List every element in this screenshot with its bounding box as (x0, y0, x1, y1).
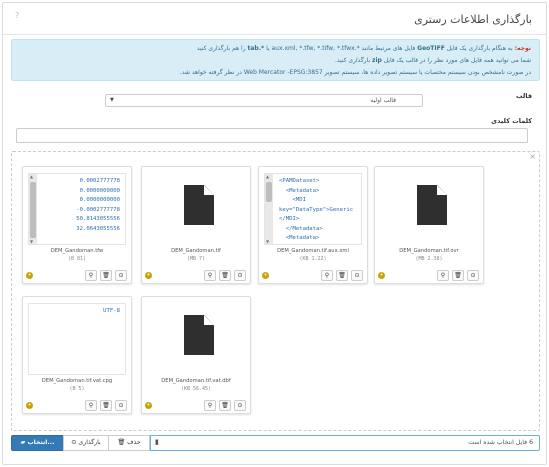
delete-button[interactable]: 🗑 (452, 270, 464, 281)
delete-button[interactable]: 🗑 (100, 400, 112, 411)
remove-button[interactable]: 🗑 حذف (108, 435, 150, 451)
status-icon: + (26, 272, 33, 279)
file-size: (B 81) (67, 256, 87, 262)
file-size: (KB 56.45) (180, 386, 212, 392)
preview-text: <PAMDataset> <Metadata> <MDI key="DataTy… (279, 178, 354, 241)
zoom-button[interactable]: ⚲ (321, 270, 333, 281)
status-icon: + (26, 402, 33, 409)
template-label: قالب (515, 92, 532, 100)
file-name: DEM_Gandoman.tif (171, 248, 221, 254)
help-icon[interactable]: ? (15, 11, 19, 20)
keywords-label: کلمات کلیدی (491, 117, 532, 125)
alert-line-2: شما می توانید همه فایل های مورد نظر را د… (334, 57, 531, 64)
browse-button[interactable]: ▰ انتخاب... (11, 435, 64, 451)
file-dropzone[interactable]: × ▲ ▼ 0.0002777778 0.0000000000 0.0000000… (11, 151, 540, 431)
status-icon: + (378, 272, 385, 279)
status-icon: + (145, 402, 152, 409)
upload-file-button[interactable]: ⊙ (234, 400, 246, 411)
preview-scrollbar[interactable]: ▲ ▼ (29, 174, 37, 244)
preview-text: UTF-8 (103, 308, 120, 314)
folder-open-icon: ▰ (20, 439, 26, 446)
status-icon: + (262, 272, 269, 279)
preview-scrollbar[interactable]: ▲ ▼ (265, 174, 273, 244)
zoom-button[interactable]: ⚲ (204, 400, 216, 411)
chevron-down-icon: ▼ (110, 97, 114, 103)
delete-button[interactable]: 🗑 (100, 270, 112, 281)
file-caption[interactable]: ▮ 6 فایل انتخاب شده است (150, 435, 540, 451)
file-input-group: ▰ انتخاب... ⊙ بارگذاری 🗑 حذف ▮ 6 فایل ان… (11, 435, 540, 451)
file-name: DEM_Gandoman.tif.vat.dbf (161, 378, 231, 384)
file-size: (KB 1.22) (299, 256, 327, 262)
alert-line-1: نوجه: به هنگام بارگذاری یک فایل GeoTIFF … (196, 45, 531, 52)
upload-file-button[interactable]: ⊙ (467, 270, 479, 281)
template-selected-value: قالب اولیه (370, 97, 396, 104)
delete-button[interactable]: 🗑 (336, 270, 348, 281)
status-icon: + (145, 272, 152, 279)
zoom-button[interactable]: ⚲ (85, 270, 97, 281)
delete-button[interactable]: 🗑 (219, 270, 231, 281)
file-preview: ▲ ▼ <PAMDataset> <Metadata> <MDI key="Dat… (264, 173, 362, 245)
file-preview: UTF-8 (28, 303, 126, 375)
file-card: DEM_Gandoman.tif.ovr (MB 2.38) + ⚲ 🗑 ⊙ (374, 166, 484, 284)
file-card: ▲ ▼ <PAMDataset> <Metadata> <MDI key="Dat… (258, 166, 368, 284)
file-preview (147, 303, 245, 375)
info-alert: نوجه: به هنگام بارگذاری یک فایل GeoTIFF … (11, 39, 540, 81)
file-card: ▲ ▼ 0.0002777778 0.0000000000 0.000000000… (22, 166, 132, 284)
file-size: (MB 7) (186, 256, 206, 262)
keywords-input[interactable] (16, 128, 528, 143)
file-name: DEM_Gandoman.tif.vat.cpg (41, 378, 113, 384)
file-name: DEM_Gandoman.tif.aux.xml (277, 248, 349, 254)
upload-file-button[interactable]: ⊙ (234, 270, 246, 281)
trash-icon: 🗑 (117, 439, 126, 446)
file-preview (380, 173, 478, 245)
upload-icon: ⊙ (71, 439, 77, 446)
file-name: DEM_Gandoman.tif.ovr (399, 248, 459, 254)
file-icon (184, 185, 214, 225)
zoom-button[interactable]: ⚲ (437, 270, 449, 281)
file-size: (MB 2.38) (415, 256, 443, 262)
upload-file-button[interactable]: ⊙ (115, 400, 127, 411)
file-card: UTF-8 DEM_Gandoman.tif.vat.cpg (B 5) + ⚲… (22, 296, 132, 414)
file-name: DEM_Gandoman.tfw (50, 248, 104, 254)
template-select[interactable]: قالب اولیه ▼ (105, 94, 423, 107)
file-card: DEM_Gandoman.tif.vat.dbf (KB 56.45) + ⚲ … (141, 296, 251, 414)
file-card: DEM_Gandoman.tif (MB 7) + ⚲ 🗑 ⊙ (141, 166, 251, 284)
zoom-button[interactable]: ⚲ (204, 270, 216, 281)
file-preview (147, 173, 245, 245)
preview-text: 0.0002777778 0.0000000000 0.0000000000 -… (76, 178, 120, 232)
close-icon[interactable]: × (529, 152, 536, 161)
delete-button[interactable]: 🗑 (219, 400, 231, 411)
page-title: بارگذاری اطلاعات رستری (414, 13, 532, 26)
selected-files-caption: 6 فایل انتخاب شده است (468, 439, 533, 446)
zoom-button[interactable]: ⚲ (85, 400, 97, 411)
file-size: (B 5) (69, 386, 85, 392)
upload-panel: ? بارگذاری اطلاعات رستری نوجه: به هنگام … (2, 2, 547, 465)
file-icon (417, 185, 447, 225)
file-icon: ▮ (155, 438, 159, 446)
file-icon (184, 315, 214, 355)
panel-header: ? بارگذاری اطلاعات رستری (3, 3, 546, 35)
file-preview: ▲ ▼ 0.0002777778 0.0000000000 0.000000000… (28, 173, 126, 245)
upload-file-button[interactable]: ⊙ (115, 270, 127, 281)
upload-button[interactable]: ⊙ بارگذاری (63, 435, 109, 451)
upload-file-button[interactable]: ⊙ (351, 270, 363, 281)
alert-line-3: در صورت نامشخص بودن سیستم مختصات یا سیست… (179, 69, 531, 76)
